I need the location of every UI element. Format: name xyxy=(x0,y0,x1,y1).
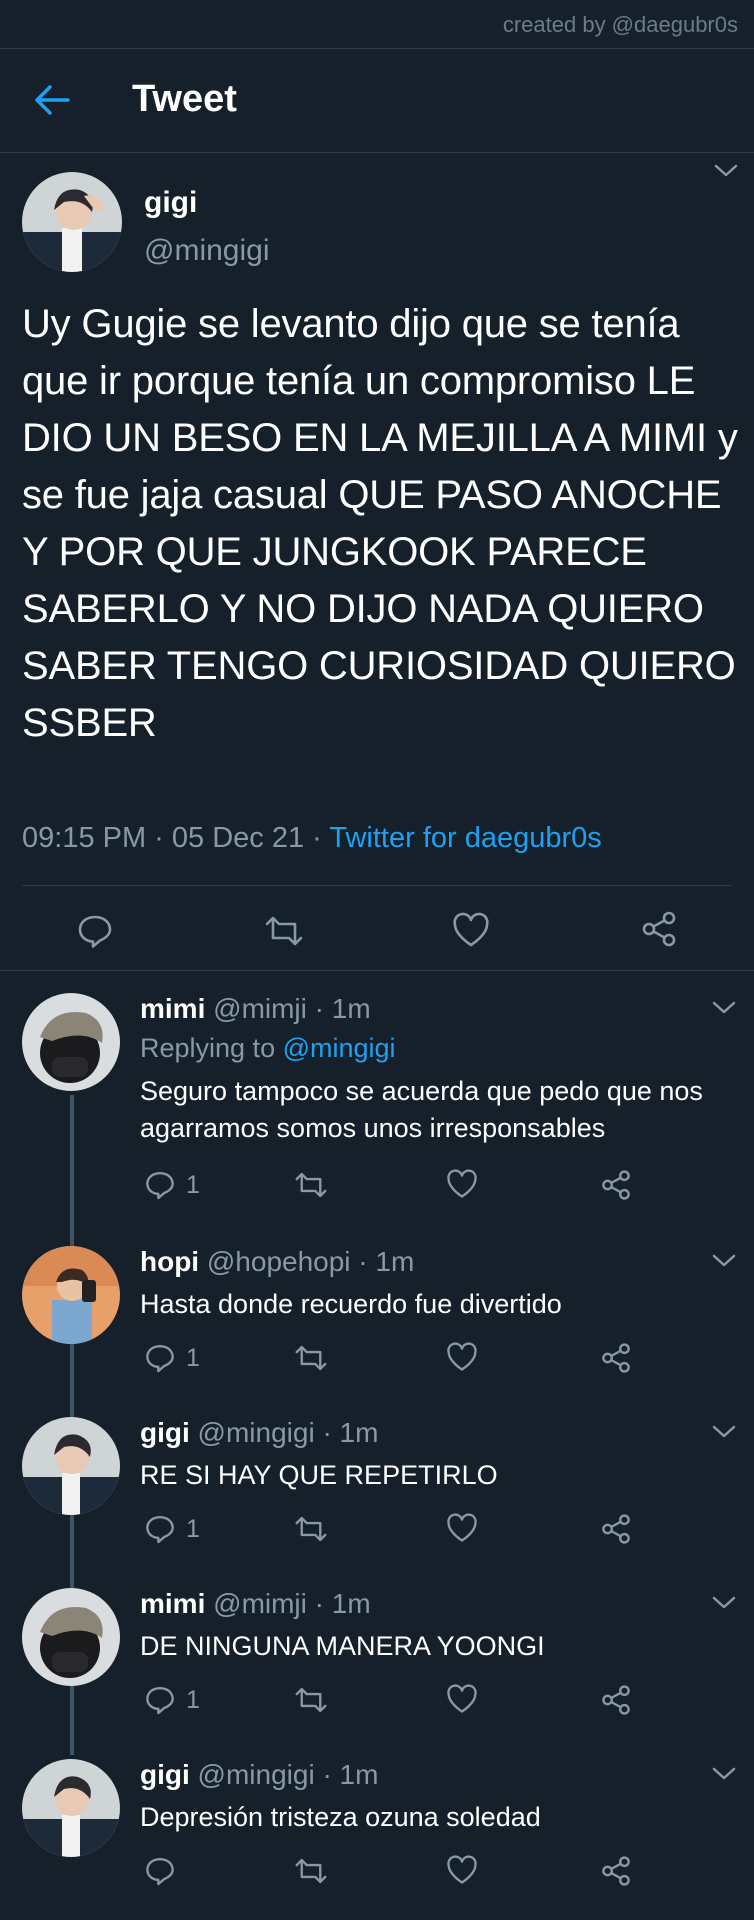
share-icon[interactable] xyxy=(600,1342,632,1379)
author-name[interactable]: gigi xyxy=(144,186,197,220)
divider xyxy=(22,885,732,886)
avatar[interactable] xyxy=(22,1588,120,1686)
reply-text: Seguro tampoco se acuerda que pedo que n… xyxy=(140,1076,703,1143)
reply-actions: 1 xyxy=(0,1513,754,1553)
author-handle[interactable]: @mingigi · 1m xyxy=(198,1417,379,1448)
reply-actions: 1 xyxy=(0,1169,754,1209)
reply-header: gigi @mingigi · 1m xyxy=(140,1759,378,1791)
reply-header: gigi @mingigi · 1m xyxy=(140,1417,378,1449)
like-icon[interactable] xyxy=(452,912,490,953)
author-name[interactable]: gigi xyxy=(140,1417,190,1448)
reply-actions: 1 xyxy=(0,1342,754,1382)
reply-header: hopi @hopehopi · 1m xyxy=(140,1246,414,1278)
author-name[interactable]: mimi xyxy=(140,1588,205,1619)
author-handle[interactable]: @mingigi xyxy=(144,234,270,268)
avatar[interactable] xyxy=(22,993,120,1091)
reply-icon[interactable] xyxy=(144,1855,176,1892)
divider xyxy=(0,152,754,153)
reply-count: 1 xyxy=(186,1515,200,1543)
chevron-down-icon[interactable] xyxy=(710,1592,738,1612)
author-handle[interactable]: @mimji · 1m xyxy=(213,993,371,1024)
reply-icon[interactable] xyxy=(144,1169,176,1206)
author-handle[interactable]: @mimji · 1m xyxy=(213,1588,371,1619)
tweet-actions xyxy=(0,904,754,964)
chevron-down-icon[interactable] xyxy=(712,160,740,180)
reply-count: 1 xyxy=(186,1171,200,1199)
reply-icon[interactable] xyxy=(76,912,114,955)
reply-actions xyxy=(0,1855,754,1895)
chevron-down-icon[interactable] xyxy=(710,1763,738,1783)
avatar[interactable] xyxy=(22,1246,120,1344)
replying-to-prefix: Replying to xyxy=(140,1033,283,1063)
reply-text: Hasta donde recuerdo fue divertido xyxy=(140,1289,562,1319)
author-handle[interactable]: @hopehopi · 1m xyxy=(207,1246,414,1277)
author-name[interactable]: hopi xyxy=(140,1246,199,1277)
reply-header: mimi @mimji · 1m xyxy=(140,1588,371,1620)
reply-count: 1 xyxy=(186,1344,200,1372)
like-icon[interactable] xyxy=(446,1342,478,1377)
share-icon[interactable] xyxy=(600,1513,632,1550)
reply-tweet[interactable]: gigi @mingigi · 1m RE SI HAY QUE REPETIR… xyxy=(0,1417,754,1567)
retweet-icon[interactable] xyxy=(264,912,304,955)
author-name[interactable]: gigi xyxy=(140,1759,190,1790)
retweet-icon[interactable] xyxy=(294,1169,328,1206)
retweet-icon[interactable] xyxy=(294,1513,328,1550)
reply-tweet[interactable]: gigi @mingigi · 1m Depresión tristeza oz… xyxy=(0,1759,754,1909)
reply-text: RE SI HAY QUE REPETIRLO xyxy=(140,1460,498,1490)
share-icon[interactable] xyxy=(600,1169,632,1206)
replying-to-link[interactable]: @mingigi xyxy=(283,1033,396,1063)
avatar[interactable] xyxy=(22,1417,120,1515)
reply-icon[interactable] xyxy=(144,1684,176,1721)
share-icon[interactable] xyxy=(600,1855,632,1892)
share-icon[interactable] xyxy=(640,910,678,953)
author-handle[interactable]: @mingigi · 1m xyxy=(198,1759,379,1790)
page-title: Tweet xyxy=(132,78,237,120)
tweet-meta: 09:15 PM · 05 Dec 21 · Twitter for daegu… xyxy=(22,822,602,855)
reply-count: 1 xyxy=(186,1686,200,1714)
retweet-icon[interactable] xyxy=(294,1342,328,1379)
top-bar: Tweet xyxy=(0,48,754,152)
share-icon[interactable] xyxy=(600,1684,632,1721)
tweet-source-link[interactable]: Twitter for daegubr0s xyxy=(329,822,601,854)
divider xyxy=(0,970,754,971)
reply-actions: 1 xyxy=(0,1684,754,1724)
like-icon[interactable] xyxy=(446,1513,478,1548)
author-name[interactable]: mimi xyxy=(140,993,205,1024)
reply-tweet[interactable]: mimi @mimji · 1m Replying to @mingigi Se… xyxy=(0,993,754,1233)
reply-text: DE NINGUNA MANERA YOONGI xyxy=(140,1631,545,1661)
reply-icon[interactable] xyxy=(144,1513,176,1550)
chevron-down-icon[interactable] xyxy=(710,1421,738,1441)
reply-header: mimi @mimji · 1m xyxy=(140,993,371,1025)
reply-icon[interactable] xyxy=(144,1342,176,1379)
reply-tweet[interactable]: hopi @hopehopi · 1m Hasta donde recuerdo… xyxy=(0,1246,754,1396)
back-arrow-icon[interactable] xyxy=(28,76,76,124)
retweet-icon[interactable] xyxy=(294,1684,328,1721)
like-icon[interactable] xyxy=(446,1169,478,1204)
credit-watermark: created by @daegubr0s xyxy=(502,12,738,37)
tweet-text: Uy Gugie se levanto dijo que se tenía qu… xyxy=(22,302,738,745)
chevron-down-icon[interactable] xyxy=(710,1250,738,1270)
avatar[interactable] xyxy=(22,1759,120,1857)
like-icon[interactable] xyxy=(446,1684,478,1719)
reply-tweet[interactable]: mimi @mimji · 1m DE NINGUNA MANERA YOONG… xyxy=(0,1588,754,1738)
retweet-icon[interactable] xyxy=(294,1855,328,1892)
replying-to: Replying to @mingigi xyxy=(140,1033,396,1064)
avatar[interactable] xyxy=(22,172,122,272)
chevron-down-icon[interactable] xyxy=(710,997,738,1017)
reply-text: Depresión tristeza ozuna soledad xyxy=(140,1802,541,1832)
tweet-timestamp: 09:15 PM · 05 Dec 21 · xyxy=(22,822,330,854)
like-icon[interactable] xyxy=(446,1855,478,1890)
